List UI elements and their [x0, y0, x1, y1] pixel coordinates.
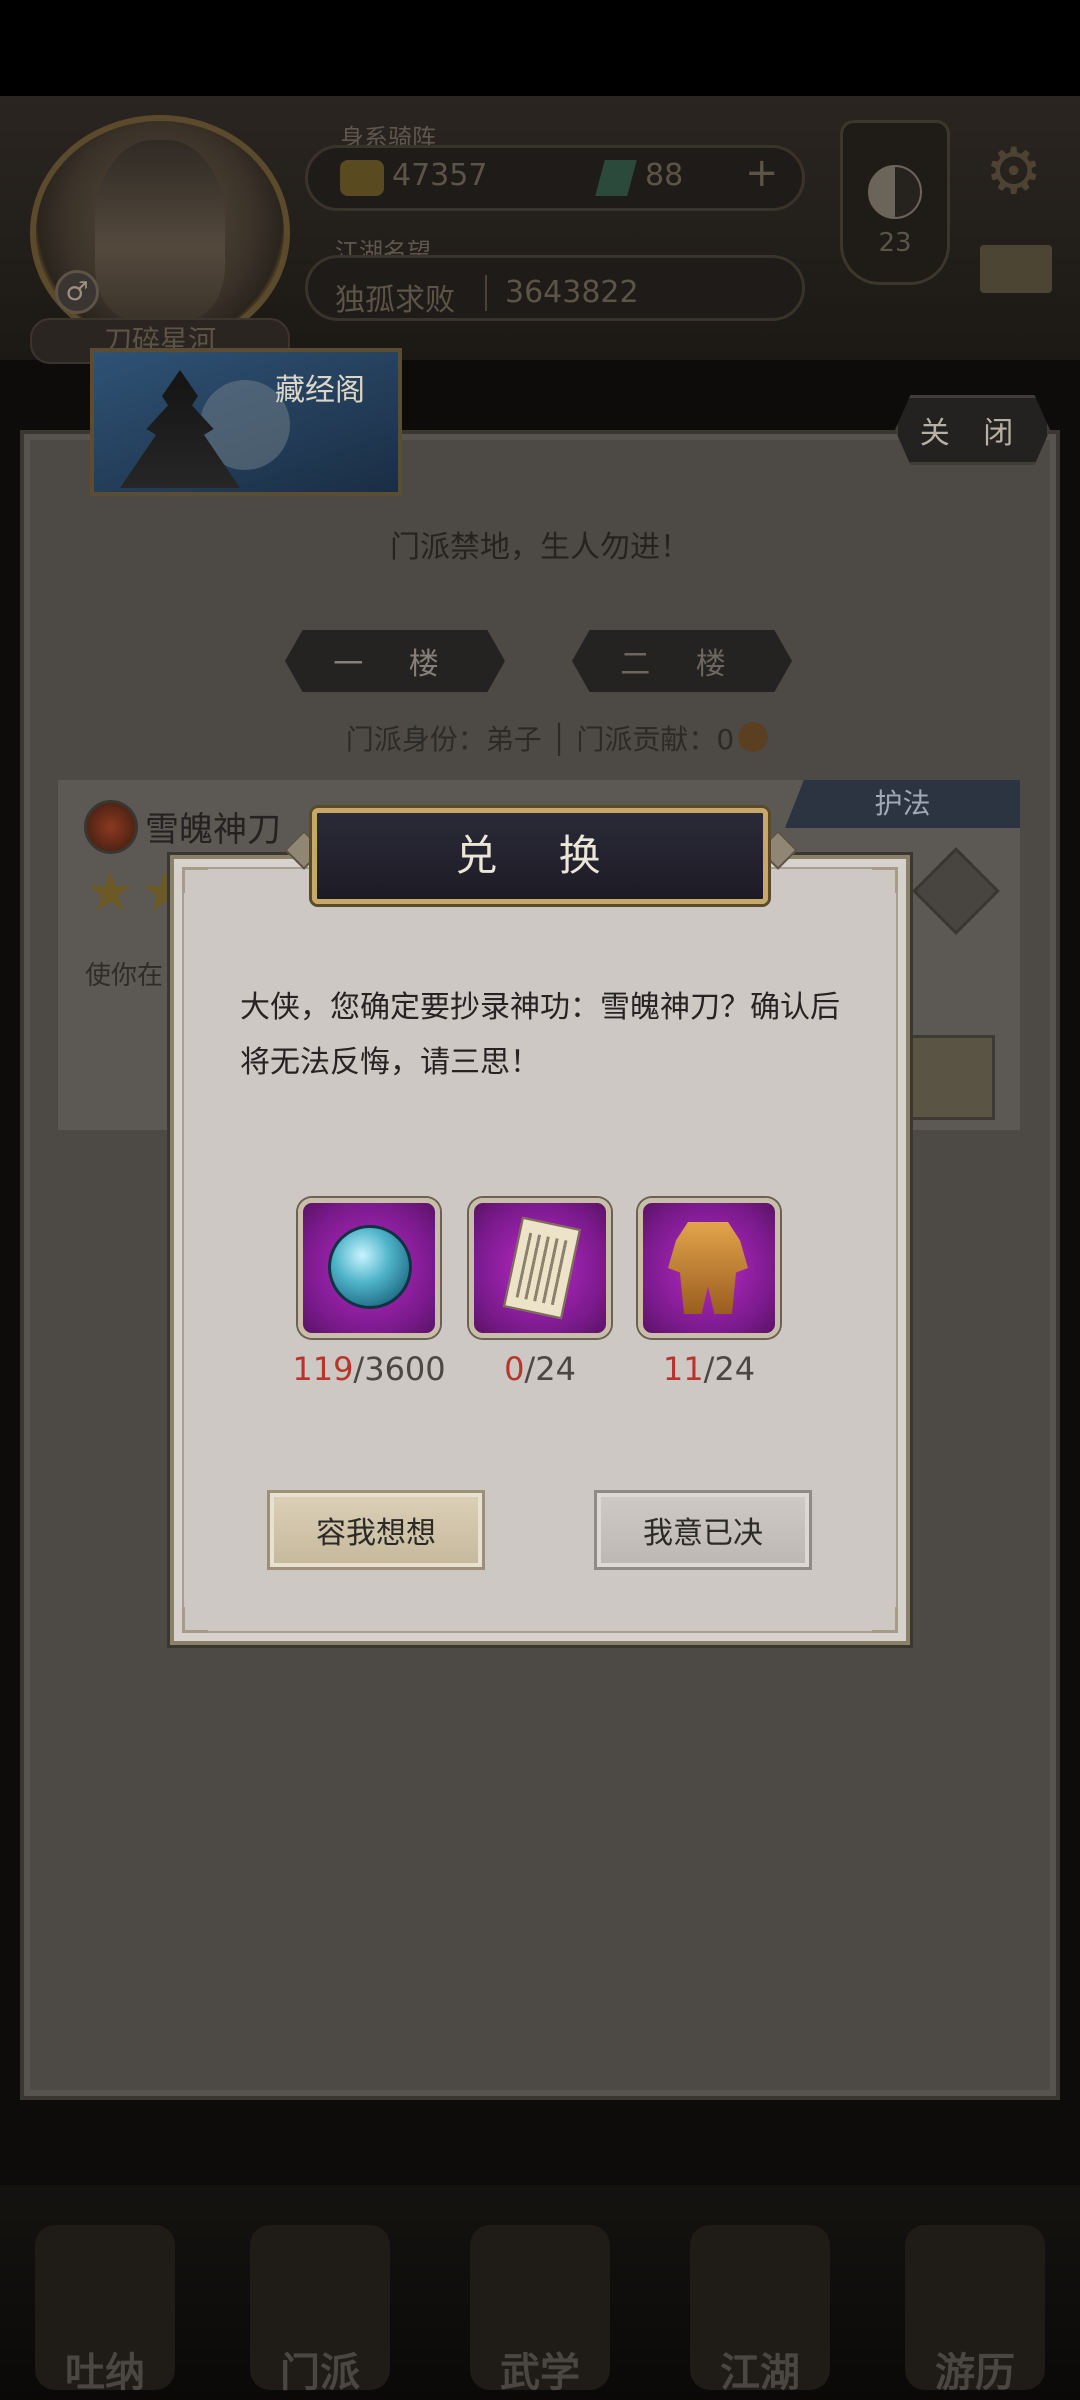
material-count: 119/3600: [284, 1350, 454, 1388]
nav-label: 江湖: [720, 2350, 800, 2396]
dialog-title: 兑 换: [312, 808, 768, 904]
nav-label: 门派: [280, 2350, 360, 2396]
jade-value: 88: [645, 158, 684, 193]
avatar-portrait: [95, 140, 225, 320]
close-button[interactable]: 关 闭: [895, 395, 1050, 465]
skill-icon: [84, 800, 138, 854]
contribution-icon: [738, 722, 768, 752]
status-bar: [0, 0, 1080, 96]
skill-description: 使你在: [85, 961, 164, 991]
material-need: /3600: [353, 1350, 446, 1388]
gold-icon: [340, 160, 384, 196]
mail-icon[interactable]: [980, 245, 1052, 293]
fame-value: 3643822: [505, 275, 639, 310]
material-have: 0: [504, 1350, 525, 1388]
panel-subtitle: 门派禁地，生人勿进！: [390, 530, 690, 565]
material-count: 0/24: [455, 1350, 625, 1388]
dialog-message: 大侠，您确定要抄录神功：雪魄神刀？确认后将无法反悔，请三思！: [240, 990, 840, 1080]
tab-floor-2[interactable]: 二 楼: [572, 630, 792, 692]
gender-icon: ♂: [55, 270, 99, 314]
confirm-button[interactable]: 我意已决: [594, 1490, 812, 1570]
material-count: 11/24: [624, 1350, 794, 1388]
fame-rank: 独孤求败: [335, 283, 455, 318]
cancel-button[interactable]: 容我想想: [267, 1490, 485, 1570]
add-currency-icon[interactable]: +: [745, 150, 779, 196]
dialog-corner: [872, 1607, 898, 1633]
material-need: /24: [703, 1350, 756, 1388]
jade-orb-icon: [328, 1225, 412, 1309]
gold-value: 47357: [392, 158, 488, 193]
gear-icon[interactable]: ⚙: [985, 135, 1042, 209]
material-have: 119: [292, 1350, 354, 1388]
dialog-corner: [872, 867, 898, 893]
star-icon: ★: [85, 860, 136, 925]
yin-yang-icon: [868, 165, 922, 219]
tab-floor-1[interactable]: 一 楼: [285, 630, 505, 692]
pavilion-title: 藏经阁: [275, 373, 365, 408]
nav-label: 武学: [500, 2350, 580, 2396]
nav-label: 吐纳: [65, 2350, 145, 2396]
dialog-corner: [182, 867, 208, 893]
skill-name: 雪魄神刀: [145, 810, 281, 850]
sect-status: 门派身份：弟子 │ 门派贡献：0: [345, 723, 735, 756]
material-have: 11: [662, 1350, 704, 1388]
material-need: /24: [524, 1350, 576, 1388]
fame-divider: [485, 275, 487, 311]
level-value: 23: [878, 228, 912, 258]
skill-rank-tag: 护法: [785, 780, 1020, 828]
dialog-corner: [182, 1607, 208, 1633]
nav-label: 游历: [935, 2350, 1015, 2396]
